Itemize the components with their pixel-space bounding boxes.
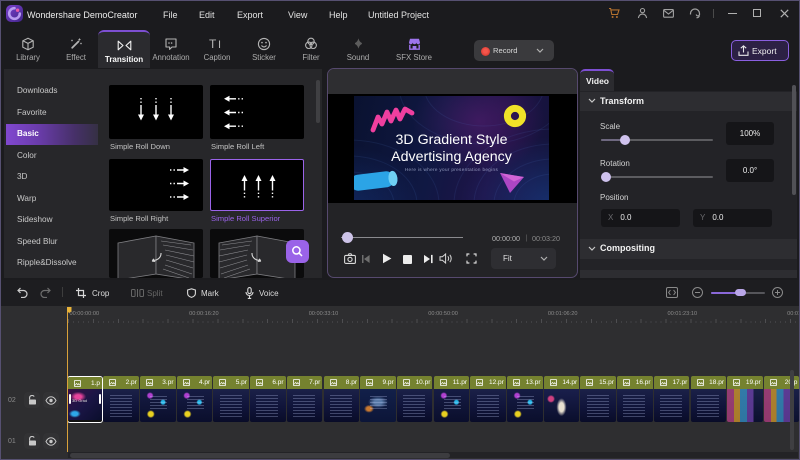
svg-text:T: T bbox=[209, 37, 217, 50]
svg-text:I: I bbox=[218, 39, 221, 50]
